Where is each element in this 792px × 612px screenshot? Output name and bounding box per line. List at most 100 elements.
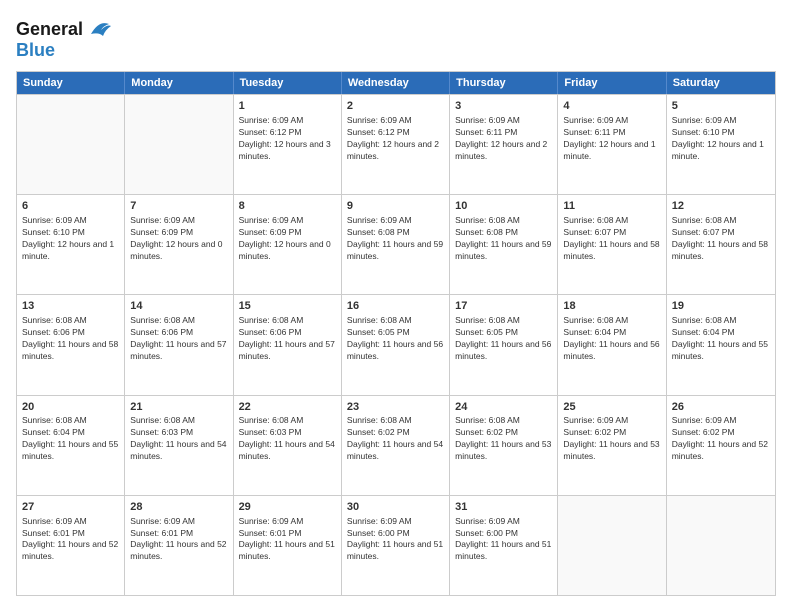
- calendar-row-2: 13Sunrise: 6:08 AM Sunset: 6:06 PM Dayli…: [17, 294, 775, 394]
- day-cell-27: 27Sunrise: 6:09 AM Sunset: 6:01 PM Dayli…: [17, 496, 125, 595]
- day-number: 26: [672, 400, 770, 415]
- day-info: Sunrise: 6:09 AM Sunset: 6:00 PM Dayligh…: [347, 516, 444, 564]
- day-info: Sunrise: 6:09 AM Sunset: 6:02 PM Dayligh…: [672, 415, 770, 463]
- day-number: 1: [239, 99, 336, 114]
- calendar: SundayMondayTuesdayWednesdayThursdayFrid…: [16, 71, 776, 596]
- day-cell-15: 15Sunrise: 6:08 AM Sunset: 6:06 PM Dayli…: [234, 295, 342, 394]
- calendar-row-1: 6Sunrise: 6:09 AM Sunset: 6:10 PM Daylig…: [17, 194, 775, 294]
- day-info: Sunrise: 6:08 AM Sunset: 6:04 PM Dayligh…: [22, 415, 119, 463]
- day-cell-22: 22Sunrise: 6:08 AM Sunset: 6:03 PM Dayli…: [234, 396, 342, 495]
- day-cell-8: 8Sunrise: 6:09 AM Sunset: 6:09 PM Daylig…: [234, 195, 342, 294]
- day-info: Sunrise: 6:09 AM Sunset: 6:08 PM Dayligh…: [347, 215, 444, 263]
- day-info: Sunrise: 6:09 AM Sunset: 6:01 PM Dayligh…: [239, 516, 336, 564]
- day-cell-1: 1Sunrise: 6:09 AM Sunset: 6:12 PM Daylig…: [234, 95, 342, 194]
- day-number: 3: [455, 99, 552, 114]
- day-cell-3: 3Sunrise: 6:09 AM Sunset: 6:11 PM Daylig…: [450, 95, 558, 194]
- day-info: Sunrise: 6:08 AM Sunset: 6:05 PM Dayligh…: [455, 315, 552, 363]
- day-cell-20: 20Sunrise: 6:08 AM Sunset: 6:04 PM Dayli…: [17, 396, 125, 495]
- day-info: Sunrise: 6:08 AM Sunset: 6:03 PM Dayligh…: [239, 415, 336, 463]
- day-info: Sunrise: 6:08 AM Sunset: 6:03 PM Dayligh…: [130, 415, 227, 463]
- day-number: 9: [347, 199, 444, 214]
- day-number: 31: [455, 500, 552, 515]
- weekday-header-sunday: Sunday: [17, 72, 125, 94]
- calendar-row-4: 27Sunrise: 6:09 AM Sunset: 6:01 PM Dayli…: [17, 495, 775, 595]
- day-number: 28: [130, 500, 227, 515]
- day-cell-23: 23Sunrise: 6:08 AM Sunset: 6:02 PM Dayli…: [342, 396, 450, 495]
- weekday-header-tuesday: Tuesday: [234, 72, 342, 94]
- day-number: 15: [239, 299, 336, 314]
- day-info: Sunrise: 6:09 AM Sunset: 6:10 PM Dayligh…: [22, 215, 119, 263]
- day-number: 13: [22, 299, 119, 314]
- day-cell-4: 4Sunrise: 6:09 AM Sunset: 6:11 PM Daylig…: [558, 95, 666, 194]
- day-number: 29: [239, 500, 336, 515]
- day-info: Sunrise: 6:09 AM Sunset: 6:02 PM Dayligh…: [563, 415, 660, 463]
- day-cell-10: 10Sunrise: 6:08 AM Sunset: 6:08 PM Dayli…: [450, 195, 558, 294]
- day-info: Sunrise: 6:08 AM Sunset: 6:07 PM Dayligh…: [672, 215, 770, 263]
- weekday-header-thursday: Thursday: [450, 72, 558, 94]
- day-info: Sunrise: 6:08 AM Sunset: 6:05 PM Dayligh…: [347, 315, 444, 363]
- day-number: 8: [239, 199, 336, 214]
- day-number: 12: [672, 199, 770, 214]
- calendar-row-0: 1Sunrise: 6:09 AM Sunset: 6:12 PM Daylig…: [17, 94, 775, 194]
- weekday-header-monday: Monday: [125, 72, 233, 94]
- day-cell-21: 21Sunrise: 6:08 AM Sunset: 6:03 PM Dayli…: [125, 396, 233, 495]
- calendar-row-3: 20Sunrise: 6:08 AM Sunset: 6:04 PM Dayli…: [17, 395, 775, 495]
- calendar-header: SundayMondayTuesdayWednesdayThursdayFrid…: [17, 72, 775, 94]
- day-cell-9: 9Sunrise: 6:09 AM Sunset: 6:08 PM Daylig…: [342, 195, 450, 294]
- day-info: Sunrise: 6:09 AM Sunset: 6:09 PM Dayligh…: [239, 215, 336, 263]
- day-number: 7: [130, 199, 227, 214]
- day-cell-29: 29Sunrise: 6:09 AM Sunset: 6:01 PM Dayli…: [234, 496, 342, 595]
- page: General Blue SundayMondayTuesdayWednesda…: [0, 0, 792, 612]
- day-number: 14: [130, 299, 227, 314]
- empty-cell-0-0: [17, 95, 125, 194]
- day-number: 16: [347, 299, 444, 314]
- day-number: 11: [563, 199, 660, 214]
- day-number: 5: [672, 99, 770, 114]
- day-info: Sunrise: 6:08 AM Sunset: 6:02 PM Dayligh…: [455, 415, 552, 463]
- header: General Blue: [16, 16, 776, 61]
- day-cell-31: 31Sunrise: 6:09 AM Sunset: 6:00 PM Dayli…: [450, 496, 558, 595]
- day-info: Sunrise: 6:08 AM Sunset: 6:02 PM Dayligh…: [347, 415, 444, 463]
- empty-cell-0-1: [125, 95, 233, 194]
- day-cell-18: 18Sunrise: 6:08 AM Sunset: 6:04 PM Dayli…: [558, 295, 666, 394]
- day-number: 25: [563, 400, 660, 415]
- day-cell-7: 7Sunrise: 6:09 AM Sunset: 6:09 PM Daylig…: [125, 195, 233, 294]
- day-number: 17: [455, 299, 552, 314]
- day-info: Sunrise: 6:08 AM Sunset: 6:06 PM Dayligh…: [22, 315, 119, 363]
- weekday-header-saturday: Saturday: [667, 72, 775, 94]
- day-info: Sunrise: 6:09 AM Sunset: 6:11 PM Dayligh…: [563, 115, 660, 163]
- day-number: 2: [347, 99, 444, 114]
- empty-cell-4-5: [558, 496, 666, 595]
- day-number: 24: [455, 400, 552, 415]
- day-info: Sunrise: 6:08 AM Sunset: 6:08 PM Dayligh…: [455, 215, 552, 263]
- calendar-body: 1Sunrise: 6:09 AM Sunset: 6:12 PM Daylig…: [17, 94, 775, 595]
- day-cell-26: 26Sunrise: 6:09 AM Sunset: 6:02 PM Dayli…: [667, 396, 775, 495]
- day-number: 4: [563, 99, 660, 114]
- day-cell-24: 24Sunrise: 6:08 AM Sunset: 6:02 PM Dayli…: [450, 396, 558, 495]
- day-cell-11: 11Sunrise: 6:08 AM Sunset: 6:07 PM Dayli…: [558, 195, 666, 294]
- logo-bird-icon: [85, 16, 113, 44]
- day-cell-28: 28Sunrise: 6:09 AM Sunset: 6:01 PM Dayli…: [125, 496, 233, 595]
- day-info: Sunrise: 6:09 AM Sunset: 6:01 PM Dayligh…: [22, 516, 119, 564]
- day-info: Sunrise: 6:09 AM Sunset: 6:09 PM Dayligh…: [130, 215, 227, 263]
- day-cell-14: 14Sunrise: 6:08 AM Sunset: 6:06 PM Dayli…: [125, 295, 233, 394]
- day-cell-12: 12Sunrise: 6:08 AM Sunset: 6:07 PM Dayli…: [667, 195, 775, 294]
- day-info: Sunrise: 6:09 AM Sunset: 6:11 PM Dayligh…: [455, 115, 552, 163]
- logo: General Blue: [16, 16, 113, 61]
- day-cell-19: 19Sunrise: 6:08 AM Sunset: 6:04 PM Dayli…: [667, 295, 775, 394]
- day-number: 22: [239, 400, 336, 415]
- day-info: Sunrise: 6:08 AM Sunset: 6:04 PM Dayligh…: [563, 315, 660, 363]
- day-cell-5: 5Sunrise: 6:09 AM Sunset: 6:10 PM Daylig…: [667, 95, 775, 194]
- day-number: 10: [455, 199, 552, 214]
- day-info: Sunrise: 6:08 AM Sunset: 6:06 PM Dayligh…: [130, 315, 227, 363]
- day-cell-25: 25Sunrise: 6:09 AM Sunset: 6:02 PM Dayli…: [558, 396, 666, 495]
- day-info: Sunrise: 6:08 AM Sunset: 6:06 PM Dayligh…: [239, 315, 336, 363]
- day-cell-13: 13Sunrise: 6:08 AM Sunset: 6:06 PM Dayli…: [17, 295, 125, 394]
- day-cell-30: 30Sunrise: 6:09 AM Sunset: 6:00 PM Dayli…: [342, 496, 450, 595]
- day-info: Sunrise: 6:09 AM Sunset: 6:01 PM Dayligh…: [130, 516, 227, 564]
- day-number: 19: [672, 299, 770, 314]
- day-cell-17: 17Sunrise: 6:08 AM Sunset: 6:05 PM Dayli…: [450, 295, 558, 394]
- day-info: Sunrise: 6:09 AM Sunset: 6:10 PM Dayligh…: [672, 115, 770, 163]
- day-number: 18: [563, 299, 660, 314]
- day-info: Sunrise: 6:08 AM Sunset: 6:04 PM Dayligh…: [672, 315, 770, 363]
